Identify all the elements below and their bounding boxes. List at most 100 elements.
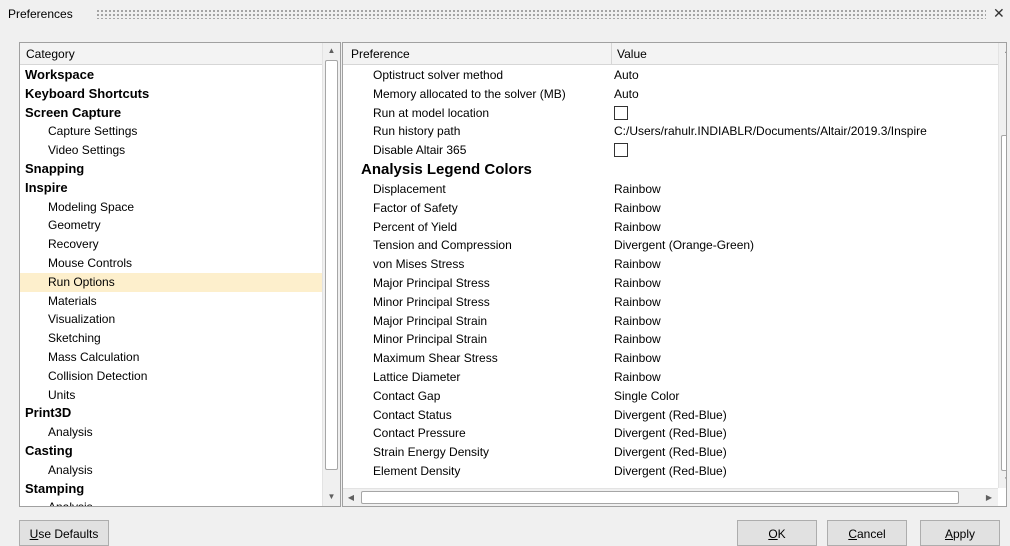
category-item-visualization[interactable]: Visualization	[20, 310, 322, 329]
preference-grid: Optistruct solver method Auto Memory alloc…	[343, 66, 998, 481]
scroll-up-icon[interactable]: ▲	[323, 43, 340, 59]
category-item-sketching[interactable]: Sketching	[20, 329, 322, 348]
pref-value[interactable]: Rainbow	[614, 199, 661, 218]
pref-row-major-principal-stress[interactable]: Major Principal Stress Rainbow	[343, 274, 998, 293]
category-item-analysis[interactable]: Analysis	[20, 461, 322, 480]
preference-vertical-scrollbar[interactable]: ▲ ▼	[998, 43, 1006, 488]
pref-value[interactable]: Rainbow	[614, 293, 661, 312]
apply-button[interactable]: Apply	[920, 520, 1000, 546]
pref-key: von Mises Stress	[373, 257, 465, 272]
pref-row-tension-and-compression[interactable]: Tension and Compression Divergent (Orange…	[343, 236, 998, 255]
category-item-video-settings[interactable]: Video Settings	[20, 141, 322, 160]
pref-row-von-mises-stress[interactable]: von Mises Stress Rainbow	[343, 255, 998, 274]
pref-row-memory-allocated-to-the-solver-mb[interactable]: Memory allocated to the solver (MB) Auto	[343, 85, 998, 104]
category-item-stamping[interactable]: Stamping	[20, 480, 322, 499]
category-item-modeling-space[interactable]: Modeling Space	[20, 198, 322, 217]
pref-row-run-history-path[interactable]: Run history path C:/Users/rahulr.INDIABLR…	[343, 122, 998, 141]
pref-row-contact-pressure[interactable]: Contact Pressure Divergent (Red-Blue)	[343, 424, 998, 443]
pref-row-run-at-model-location[interactable]: Run at model location	[343, 104, 998, 123]
category-item-snapping[interactable]: Snapping	[20, 160, 322, 179]
title-bar[interactable]: Preferences ✕	[0, 0, 1010, 30]
pref-value[interactable]: Divergent (Red-Blue)	[614, 443, 727, 462]
category-item-run-options[interactable]: Run Options	[20, 272, 322, 292]
category-item-collision-detection[interactable]: Collision Detection	[20, 367, 322, 386]
category-item-mass-calculation[interactable]: Mass Calculation	[20, 348, 322, 367]
pref-checkbox[interactable]	[614, 105, 628, 120]
category-item-analysis[interactable]: Analysis	[20, 498, 322, 506]
category-scrollbar[interactable]: ▲ ▼	[322, 43, 340, 506]
value-header-label: Value	[617, 47, 647, 61]
pref-value[interactable]: Divergent (Orange-Green)	[614, 236, 754, 255]
category-item-print3d[interactable]: Print3D	[20, 404, 322, 423]
scroll-left-icon[interactable]: ◀	[343, 489, 359, 506]
category-item-keyboard-shortcuts[interactable]: Keyboard Shortcuts	[20, 85, 322, 104]
pref-value[interactable]: Rainbow	[614, 255, 661, 274]
category-item-workspace[interactable]: Workspace	[20, 66, 322, 85]
pref-key: Run at model location	[373, 105, 490, 120]
pref-value[interactable]: Rainbow	[614, 274, 661, 293]
pref-row-element-density[interactable]: Element Density Divergent (Red-Blue)	[343, 462, 998, 481]
pref-row-percent-of-yield[interactable]: Percent of Yield Rainbow	[343, 218, 998, 237]
category-item-recovery[interactable]: Recovery	[20, 235, 322, 254]
category-item-materials[interactable]: Materials	[20, 292, 322, 311]
pref-value[interactable]: Rainbow	[614, 180, 661, 199]
category-item-units[interactable]: Units	[20, 386, 322, 405]
pref-key: Major Principal Strain	[373, 313, 488, 328]
pref-row-contact-status[interactable]: Contact Status Divergent (Red-Blue)	[343, 406, 998, 425]
pref-row-strain-energy-density[interactable]: Strain Energy Density Divergent (Red-Blue…	[343, 443, 998, 462]
category-column-header[interactable]: Category	[20, 43, 322, 65]
category-item-inspire[interactable]: Inspire	[20, 179, 322, 198]
category-item-analysis[interactable]: Analysis	[20, 423, 322, 442]
pref-row-displacement[interactable]: Displacement Rainbow	[343, 180, 998, 199]
pref-value[interactable]: Rainbow	[614, 349, 661, 368]
pref-value[interactable]: Divergent (Red-Blue)	[614, 406, 727, 425]
close-icon[interactable]: ✕	[993, 5, 1007, 21]
pref-value[interactable]: Auto	[614, 66, 639, 85]
ok-button[interactable]: OK	[737, 520, 817, 546]
scroll-down-icon[interactable]: ▼	[999, 472, 1006, 488]
pref-row-optistruct-solver-method[interactable]: Optistruct solver method Auto	[343, 66, 998, 85]
category-item-casting[interactable]: Casting	[20, 442, 322, 461]
pref-row-lattice-diameter[interactable]: Lattice Diameter Rainbow	[343, 368, 998, 387]
preference-header-label: Preference	[351, 47, 410, 61]
pref-value[interactable]: Divergent (Red-Blue)	[614, 462, 727, 481]
scroll-up-icon[interactable]: ▲	[999, 43, 1006, 59]
category-item-geometry[interactable]: Geometry	[20, 216, 322, 235]
pref-key: Percent of Yield	[373, 219, 458, 234]
pref-value[interactable]: Auto	[614, 85, 639, 104]
category-item-screen-capture[interactable]: Screen Capture	[20, 104, 322, 123]
pref-value[interactable]: Divergent (Red-Blue)	[614, 424, 727, 443]
pref-row-minor-principal-strain[interactable]: Minor Principal Strain Rainbow	[343, 330, 998, 349]
drag-grip[interactable]	[96, 9, 986, 19]
cancel-button[interactable]: Cancel	[827, 520, 907, 546]
category-item-mouse-controls[interactable]: Mouse Controls	[20, 254, 322, 273]
pref-key: Factor of Safety	[373, 200, 458, 215]
category-scroll-thumb[interactable]	[325, 60, 338, 470]
pref-value[interactable]: Rainbow	[614, 312, 661, 331]
pref-row-major-principal-strain[interactable]: Major Principal Strain Rainbow	[343, 312, 998, 331]
pref-value[interactable]: C:/Users/rahulr.INDIABLR/Documents/Altai…	[614, 122, 927, 141]
pref-key: Contact Gap	[373, 388, 441, 403]
pref-value[interactable]: Rainbow	[614, 218, 661, 237]
pref-value[interactable]: Rainbow	[614, 368, 661, 387]
preference-horizontal-scrollbar[interactable]: ◀ ▶	[343, 488, 998, 506]
column-divider[interactable]	[611, 43, 612, 65]
scroll-right-icon[interactable]: ▶	[981, 489, 997, 506]
pref-checkbox[interactable]	[614, 143, 628, 158]
pref-row-disable-altair-365[interactable]: Disable Altair 365	[343, 141, 998, 160]
pref-key: Lattice Diameter	[373, 369, 461, 384]
pref-row-factor-of-safety[interactable]: Factor of Safety Rainbow	[343, 199, 998, 218]
use-defaults-button[interactable]: Use Defaults	[19, 520, 109, 546]
pref-value[interactable]: Rainbow	[614, 330, 661, 349]
category-item-capture-settings[interactable]: Capture Settings	[20, 122, 322, 141]
pref-row-maximum-shear-stress[interactable]: Maximum Shear Stress Rainbow	[343, 349, 998, 368]
pref-value[interactable]: Single Color	[614, 387, 679, 406]
preference-column-header[interactable]: Preference Value	[343, 43, 998, 65]
scroll-down-icon[interactable]: ▼	[323, 489, 340, 505]
preference-hscroll-thumb[interactable]	[361, 491, 959, 504]
dialog-title: Preferences	[8, 7, 73, 21]
pref-row-minor-principal-stress[interactable]: Minor Principal Stress Rainbow	[343, 293, 998, 312]
pref-row-contact-gap[interactable]: Contact Gap Single Color	[343, 387, 998, 406]
section-heading: Analysis Legend Colors	[361, 160, 532, 178]
preference-scroll-thumb[interactable]	[1001, 135, 1006, 471]
